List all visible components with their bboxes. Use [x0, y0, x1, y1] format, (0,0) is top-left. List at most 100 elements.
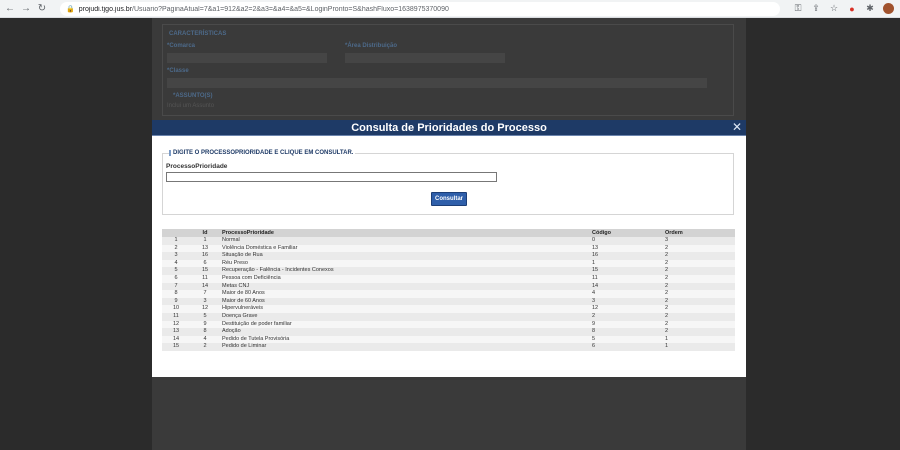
comarca-input [167, 53, 327, 63]
cell-id: 8 [190, 328, 220, 336]
cell-prioridade: Metas CNJ [220, 282, 590, 291]
table-row[interactable]: 5 15 Recuperação - Falência - Incidentes C… [162, 267, 735, 275]
cell-ordem: 3 [663, 237, 735, 245]
cell-prioridade: Violência Doméstica e Familiar [220, 244, 590, 253]
cell-codigo: 8 [590, 328, 663, 336]
extension-icon[interactable]: ● [847, 4, 857, 14]
cell-id: 14 [190, 282, 220, 291]
reload-icon[interactable]: ↻ [36, 3, 48, 15]
cell-index: 2 [162, 244, 190, 253]
url-text: projudi.tjgo.jus.br/Usuario?PaginaAtual=… [79, 6, 449, 13]
cell-id: 5 [190, 312, 220, 321]
modal-title: Consulta de Prioridades do Processo [351, 122, 547, 134]
classe-input [167, 78, 707, 88]
close-icon[interactable]: ✕ [732, 121, 742, 134]
browser-toolbar: ← → ↻ 🔒 projudi.tjgo.jus.br/Usuario?Pagi… [0, 0, 900, 18]
search-input[interactable] [166, 172, 497, 182]
cell-codigo: 14 [590, 282, 663, 291]
header-ordem: Ordem [663, 229, 735, 237]
cell-codigo: 15 [590, 267, 663, 275]
table-row[interactable]: 14 4 Pedido de Tutela Provisória 5 1 [162, 335, 735, 344]
table-row[interactable]: 3 16 Situação de Rua 16 2 [162, 252, 735, 260]
url-host: projudi.tjgo.jus.br [78, 5, 133, 13]
area-input [345, 53, 505, 63]
cell-index: 3 [162, 252, 190, 260]
modal-header: Consulta de Prioridades do Processo ✕ [152, 120, 746, 136]
cell-index: 8 [162, 290, 190, 298]
table-row[interactable]: 10 12 Hipervulneráveis 12 2 [162, 305, 735, 313]
share-icon[interactable]: ⇪ [811, 3, 821, 14]
cell-prioridade: Maior de 80 Anos [220, 290, 590, 298]
cell-index: 9 [162, 297, 190, 306]
cell-id: 11 [190, 274, 220, 283]
cell-codigo: 6 [590, 343, 663, 351]
cell-prioridade: Situação de Rua [220, 252, 590, 260]
address-bar[interactable]: 🔒 projudi.tjgo.jus.br/Usuario?PaginaAtua… [60, 2, 780, 16]
forward-icon[interactable]: → [20, 3, 32, 15]
assunto-empty-text: Inclui um Assunto [167, 103, 215, 109]
cell-prioridade: Pedido de Liminar [220, 343, 590, 351]
cell-prioridade: Doença Grave [220, 312, 590, 321]
header-id: Id [190, 229, 220, 237]
key-icon[interactable]: ⚿ [793, 3, 803, 14]
cell-prioridade: Adoção [220, 328, 590, 336]
back-icon[interactable]: ← [4, 3, 16, 15]
cell-id: 13 [190, 244, 220, 253]
cell-codigo: 11 [590, 274, 663, 283]
cell-id: 12 [190, 305, 220, 313]
cell-ordem: 2 [663, 320, 735, 329]
cell-id: 2 [190, 343, 220, 351]
cell-index: 7 [162, 282, 190, 291]
cell-prioridade: Hipervulneráveis [220, 305, 590, 313]
cell-id: 9 [190, 320, 220, 329]
background-fieldset: CARACTERÍSTICAS *Comarca *Área Distribui… [162, 24, 734, 116]
cell-codigo: 3 [590, 297, 663, 306]
table-row[interactable]: 8 7 Maior de 80 Anos 4 2 [162, 290, 735, 298]
cell-id: 1 [190, 237, 220, 245]
table-row[interactable]: 7 14 Metas CNJ 14 2 [162, 282, 735, 291]
cell-index: 11 [162, 312, 190, 321]
cell-ordem: 2 [663, 274, 735, 283]
header-prioridade: ProcessoPrioridade [220, 229, 590, 237]
comarca-label: *Comarca [167, 43, 196, 49]
table-row[interactable]: 13 8 Adoção 8 2 [162, 328, 735, 336]
cell-codigo: 16 [590, 252, 663, 260]
cell-ordem: 2 [663, 244, 735, 253]
table-row[interactable]: 2 13 Violência Doméstica e Familiar 13 2 [162, 244, 735, 253]
cell-ordem: 2 [663, 305, 735, 313]
table-row[interactable]: 15 2 Pedido de Liminar 6 1 [162, 343, 735, 351]
search-label: ProcessoPrioridade [166, 163, 228, 170]
cell-ordem: 2 [663, 267, 735, 275]
table-row[interactable]: 9 3 Maior de 60 Anos 3 2 [162, 297, 735, 306]
cell-index: 1 [162, 237, 190, 245]
consult-button[interactable]: Consultar [431, 192, 467, 206]
star-icon[interactable]: ☆ [829, 3, 839, 14]
results-table-wrap: Id ProcessoPrioridade Código Ordem 1 1 Nor… [162, 229, 735, 351]
avatar[interactable] [883, 3, 894, 14]
cell-codigo: 0 [590, 237, 663, 245]
search-fieldset: DIGITE O PROCESSOPRIORIDADE E CLIQUE EM … [162, 150, 734, 215]
puzzle-icon[interactable]: ✱ [865, 3, 875, 14]
cell-ordem: 1 [663, 335, 735, 344]
cell-index: 13 [162, 328, 190, 336]
cell-id: 4 [190, 335, 220, 344]
cell-id: 16 [190, 252, 220, 260]
table-row[interactable]: 12 9 Destituição de poder familiar 9 2 [162, 320, 735, 329]
area-label: *Área Distribuição [345, 43, 398, 49]
cell-index: 15 [162, 343, 190, 351]
cell-id: 3 [190, 297, 220, 306]
table-row[interactable]: 6 11 Pessoa com Deficiência 11 2 [162, 274, 735, 283]
cell-prioridade: Maior de 60 Anos [220, 297, 590, 306]
results-table: Id ProcessoPrioridade Código Ordem 1 1 Nor… [162, 229, 735, 351]
table-row[interactable]: 1 1 Normal 0 3 [162, 237, 735, 245]
cell-prioridade: Réu Preso [220, 259, 590, 268]
cell-index: 6 [162, 274, 190, 283]
cell-index: 5 [162, 267, 190, 275]
header-index [162, 229, 190, 237]
table-row[interactable]: 4 6 Réu Preso 1 2 [162, 259, 735, 268]
cell-codigo: 1 [590, 259, 663, 268]
table-row[interactable]: 11 5 Doença Grave 2 2 [162, 312, 735, 321]
url-path: /Usuario?PaginaAtual=7&a1=912&a2=2&a3=&a… [132, 5, 449, 13]
cell-ordem: 2 [663, 290, 735, 298]
cell-ordem: 2 [663, 328, 735, 336]
